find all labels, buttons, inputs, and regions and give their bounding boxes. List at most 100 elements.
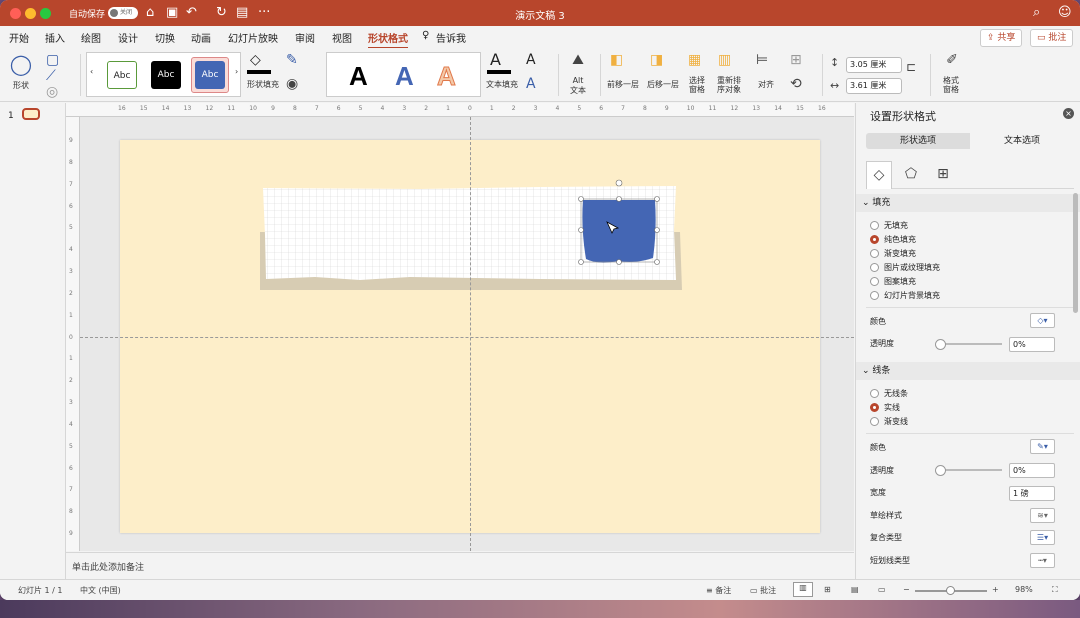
sketch-style-dropdown[interactable]: ≋▾: [1030, 508, 1055, 523]
radio-button[interactable]: [870, 263, 879, 272]
send-backward-icon[interactable]: ◨: [650, 52, 663, 68]
tab-transitions[interactable]: 切换: [155, 30, 175, 45]
zoom-out-icon[interactable]: −: [903, 585, 910, 594]
fill-color-picker[interactable]: ◇▾: [1030, 313, 1055, 328]
slide-sorter-icon[interactable]: ⊞: [824, 585, 831, 594]
line-option-gradient[interactable]: 渐变线: [870, 416, 908, 427]
style-outline[interactable]: Abc: [107, 61, 137, 89]
share-button[interactable]: ⇪ 共享: [980, 29, 1023, 47]
effects-icon[interactable]: ⬠: [898, 161, 924, 189]
alt-text-icon[interactable]: ⛰: [566, 52, 590, 68]
style-black[interactable]: Abc: [151, 61, 181, 89]
fill-section-header[interactable]: ⌄ 填充: [856, 194, 1080, 212]
width-field[interactable]: 3.61 厘米: [846, 78, 902, 94]
resize-handle[interactable]: [654, 259, 660, 265]
tab-insert[interactable]: 插入: [45, 30, 65, 45]
line-section-header[interactable]: ⌄ 线条: [856, 362, 1080, 380]
resize-handle[interactable]: [654, 227, 660, 233]
shapes-icon[interactable]: ◯: [9, 52, 33, 76]
search-icon[interactable]: ⌕: [1033, 5, 1040, 20]
fill-option-gradient[interactable]: 渐变填充: [870, 248, 916, 259]
format-pane-icon[interactable]: ✐: [940, 52, 964, 68]
resize-handle[interactable]: [616, 196, 622, 202]
slideshow-icon[interactable]: ▭: [878, 585, 886, 594]
resize-handle[interactable]: [578, 227, 584, 233]
fill-transparency-field[interactable]: 0%: [1009, 337, 1055, 352]
chevron-right-icon[interactable]: ›: [235, 67, 238, 76]
radio-button-selected[interactable]: [870, 403, 879, 412]
wordart-black[interactable]: A: [349, 61, 368, 92]
reorder-icon[interactable]: ▥: [718, 52, 731, 68]
resize-handle[interactable]: [616, 259, 622, 265]
account-icon[interactable]: ☺: [1058, 5, 1072, 20]
comments-button[interactable]: ▭ 批注: [1030, 29, 1074, 47]
tab-home[interactable]: 开始: [9, 30, 29, 45]
textbox-icon[interactable]: ▢: [46, 52, 59, 68]
radio-button[interactable]: [870, 389, 879, 398]
size-properties-icon[interactable]: ⊞: [930, 161, 956, 189]
slide-thumbnail[interactable]: [22, 108, 40, 120]
notes-pane[interactable]: 单击此处添加备注: [66, 552, 854, 579]
line-option-none[interactable]: 无线条: [870, 388, 908, 399]
reading-view-icon[interactable]: ▤: [851, 585, 859, 594]
shape-fill-icon[interactable]: ◇: [250, 52, 261, 68]
tab-animations[interactable]: 动画: [191, 30, 211, 45]
blue-shape[interactable]: [582, 200, 656, 263]
radio-button-selected[interactable]: [870, 235, 879, 244]
resize-handle[interactable]: [578, 259, 584, 265]
text-outline-icon[interactable]: A: [526, 52, 536, 68]
text-effects-icon[interactable]: A: [526, 76, 536, 92]
tab-text-options[interactable]: 文本选项: [970, 133, 1074, 149]
zoom-level[interactable]: 98%: [1015, 585, 1033, 594]
tab-review[interactable]: 审阅: [295, 30, 315, 45]
shape-outline-icon[interactable]: ✎: [286, 52, 298, 68]
fill-line-icon[interactable]: ◇: [866, 161, 892, 189]
wordart-blue[interactable]: A: [395, 61, 414, 92]
fill-option-pattern[interactable]: 图案填充: [870, 276, 916, 287]
wordart-orange[interactable]: A: [437, 61, 457, 92]
panel-scrollbar[interactable]: [1073, 193, 1078, 313]
style-blue[interactable]: Abc: [195, 61, 225, 89]
radio-button[interactable]: [870, 291, 879, 300]
close-icon[interactable]: ×: [1063, 108, 1074, 119]
lock-aspect-icon[interactable]: ⊏: [906, 60, 916, 74]
normal-view-icon[interactable]: ▥: [793, 582, 813, 597]
line-transparency-field[interactable]: 0%: [1009, 463, 1055, 478]
edit-shape-icon[interactable]: ⟋: [46, 68, 56, 84]
chevron-left-icon[interactable]: ‹: [90, 67, 93, 76]
resize-handle[interactable]: [654, 196, 660, 202]
line-transparency-slider[interactable]: [935, 465, 1002, 476]
align-icon[interactable]: ⊨: [756, 52, 768, 68]
tab-view[interactable]: 视图: [332, 30, 352, 45]
resize-handle[interactable]: [578, 196, 584, 202]
radio-button[interactable]: [870, 277, 879, 286]
vertical-guide[interactable]: [470, 117, 471, 551]
radio-button[interactable]: [870, 249, 879, 258]
horizontal-guide[interactable]: [80, 337, 854, 338]
merge-shapes-icon[interactable]: ◎: [46, 84, 58, 100]
zoom-in-icon[interactable]: +: [992, 585, 999, 594]
compound-type-dropdown[interactable]: ☰▾: [1030, 530, 1055, 545]
line-width-field[interactable]: 1 磅: [1009, 486, 1055, 501]
zoom-slider-thumb[interactable]: [946, 586, 955, 595]
comments-toggle[interactable]: ▭ 批注: [750, 585, 776, 596]
tab-design[interactable]: 设计: [118, 30, 138, 45]
dash-type-dropdown[interactable]: ┅▾: [1030, 553, 1055, 568]
fill-transparency-slider[interactable]: [935, 339, 1002, 350]
tab-draw[interactable]: 绘图: [81, 30, 101, 45]
radio-button[interactable]: [870, 417, 879, 426]
shape-effects-icon[interactable]: ◉: [286, 76, 298, 92]
tab-slideshow[interactable]: 幻灯片放映: [228, 30, 278, 45]
bring-forward-icon[interactable]: ◧: [610, 52, 623, 68]
tab-shape-options[interactable]: 形状选项: [866, 133, 970, 149]
language[interactable]: 中文 (中国): [80, 585, 121, 596]
rotate-icon[interactable]: ⟲: [790, 76, 802, 92]
selection-pane-icon[interactable]: ▦: [688, 52, 701, 68]
rotate-handle[interactable]: [615, 179, 623, 187]
group-icon[interactable]: ⊞: [790, 52, 802, 68]
fill-option-none[interactable]: 无填充: [870, 220, 908, 231]
tab-tell-me[interactable]: 告诉我: [436, 30, 466, 45]
text-fill-icon[interactable]: A: [490, 50, 501, 69]
tab-shape-format[interactable]: 形状格式: [368, 30, 408, 49]
height-field[interactable]: 3.05 厘米: [846, 57, 902, 73]
